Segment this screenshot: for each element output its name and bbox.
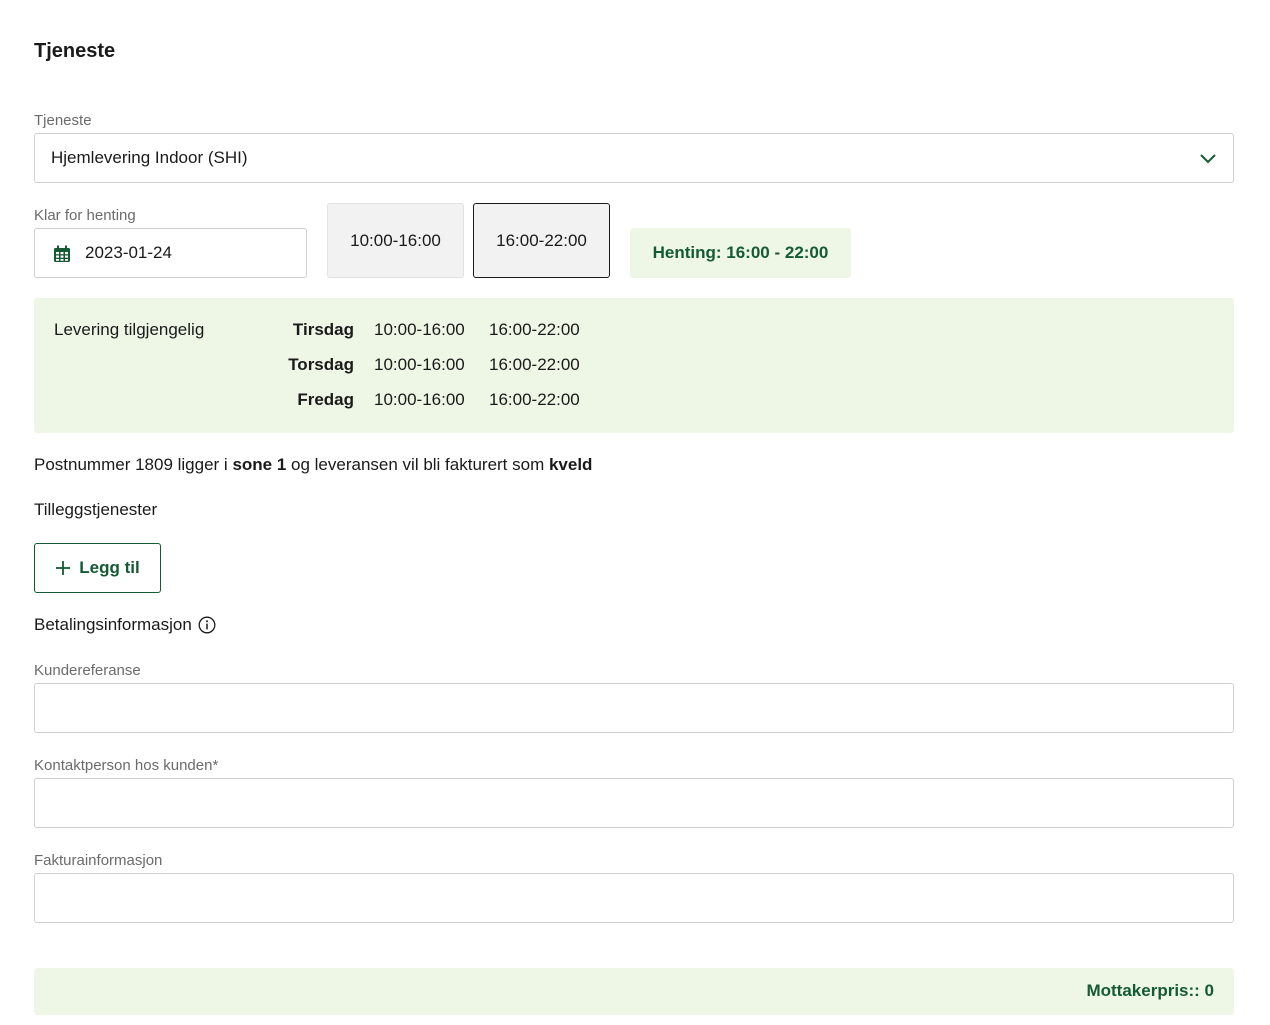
delivery-day-row: Torsdag 10:00-16:00 16:00-22:00: [34, 355, 1234, 379]
zone-value: sone 1: [232, 455, 287, 474]
pickup-date-label: Klar for henting: [34, 207, 136, 224]
delivery-slot: 10:00-16:00: [374, 355, 465, 374]
contact-person-label: Kontaktperson hos kunden*: [34, 757, 219, 774]
add-addon-button[interactable]: Legg til: [34, 543, 161, 593]
zone-prefix: Postnummer 1809 ligger i: [34, 455, 233, 474]
add-addon-label: Legg til: [79, 558, 140, 577]
pickup-badge: Henting: 16:00 - 22:00: [630, 228, 851, 278]
delivery-slot: 16:00-22:00: [489, 390, 580, 409]
delivery-slot: 16:00-22:00: [489, 320, 580, 339]
delivery-slot: 16:00-22:00: [489, 355, 580, 374]
delivery-slot: 10:00-16:00: [374, 320, 465, 339]
pickup-date-input[interactable]: 2023-01-24: [34, 228, 307, 278]
delivery-day-row: Tirsdag 10:00-16:00 16:00-22:00: [34, 320, 1234, 344]
section-title: Tjeneste: [34, 40, 116, 62]
delivery-availability-panel: Levering tilgjengelig Tirsdag 10:00-16:0…: [34, 298, 1234, 433]
delivery-day-name: Fredag: [297, 390, 354, 409]
delivery-day-name: Torsdag: [288, 355, 354, 374]
customer-reference-label: Kundereferanse: [34, 662, 141, 679]
recipient-price: Mottakerpris:: 0: [1086, 981, 1214, 1000]
invoice-info-input[interactable]: [34, 873, 1234, 923]
service-select-value: Hjemlevering Indoor (SHI): [51, 148, 248, 167]
service-label: Tjeneste: [34, 112, 92, 129]
delivery-slot: 10:00-16:00: [374, 390, 465, 409]
info-icon[interactable]: [198, 616, 216, 634]
payment-title: Betalingsinformasjon: [34, 615, 216, 635]
plus-icon: [56, 561, 71, 575]
zone-middle: og leveransen vil bli fakturert som: [286, 455, 549, 474]
calendar-icon: [54, 245, 70, 262]
recipient-price-bar: Mottakerpris:: 0: [34, 968, 1234, 1015]
delivery-day-row: Fredag 10:00-16:00 16:00-22:00: [34, 390, 1234, 414]
billing-type-value: kveld: [548, 455, 593, 474]
pickup-date-value: 2023-01-24: [85, 243, 172, 262]
invoice-info-label: Fakturainformasjon: [34, 852, 163, 869]
customer-reference-input[interactable]: [34, 683, 1234, 733]
addons-title: Tilleggstjenester: [34, 500, 158, 519]
pickup-slot-morning-button[interactable]: 10:00-16:00: [327, 203, 464, 278]
pickup-slot-evening-button[interactable]: 16:00-22:00: [473, 203, 610, 278]
chevron-down-icon: [1200, 154, 1216, 164]
contact-person-input[interactable]: [34, 778, 1234, 828]
service-select[interactable]: Hjemlevering Indoor (SHI): [34, 133, 1234, 183]
zone-info-text: Postnummer 1809 ligger i sone 1 og lever…: [34, 455, 592, 475]
payment-title-text: Betalingsinformasjon: [34, 615, 192, 634]
delivery-day-name: Tirsdag: [292, 320, 354, 339]
